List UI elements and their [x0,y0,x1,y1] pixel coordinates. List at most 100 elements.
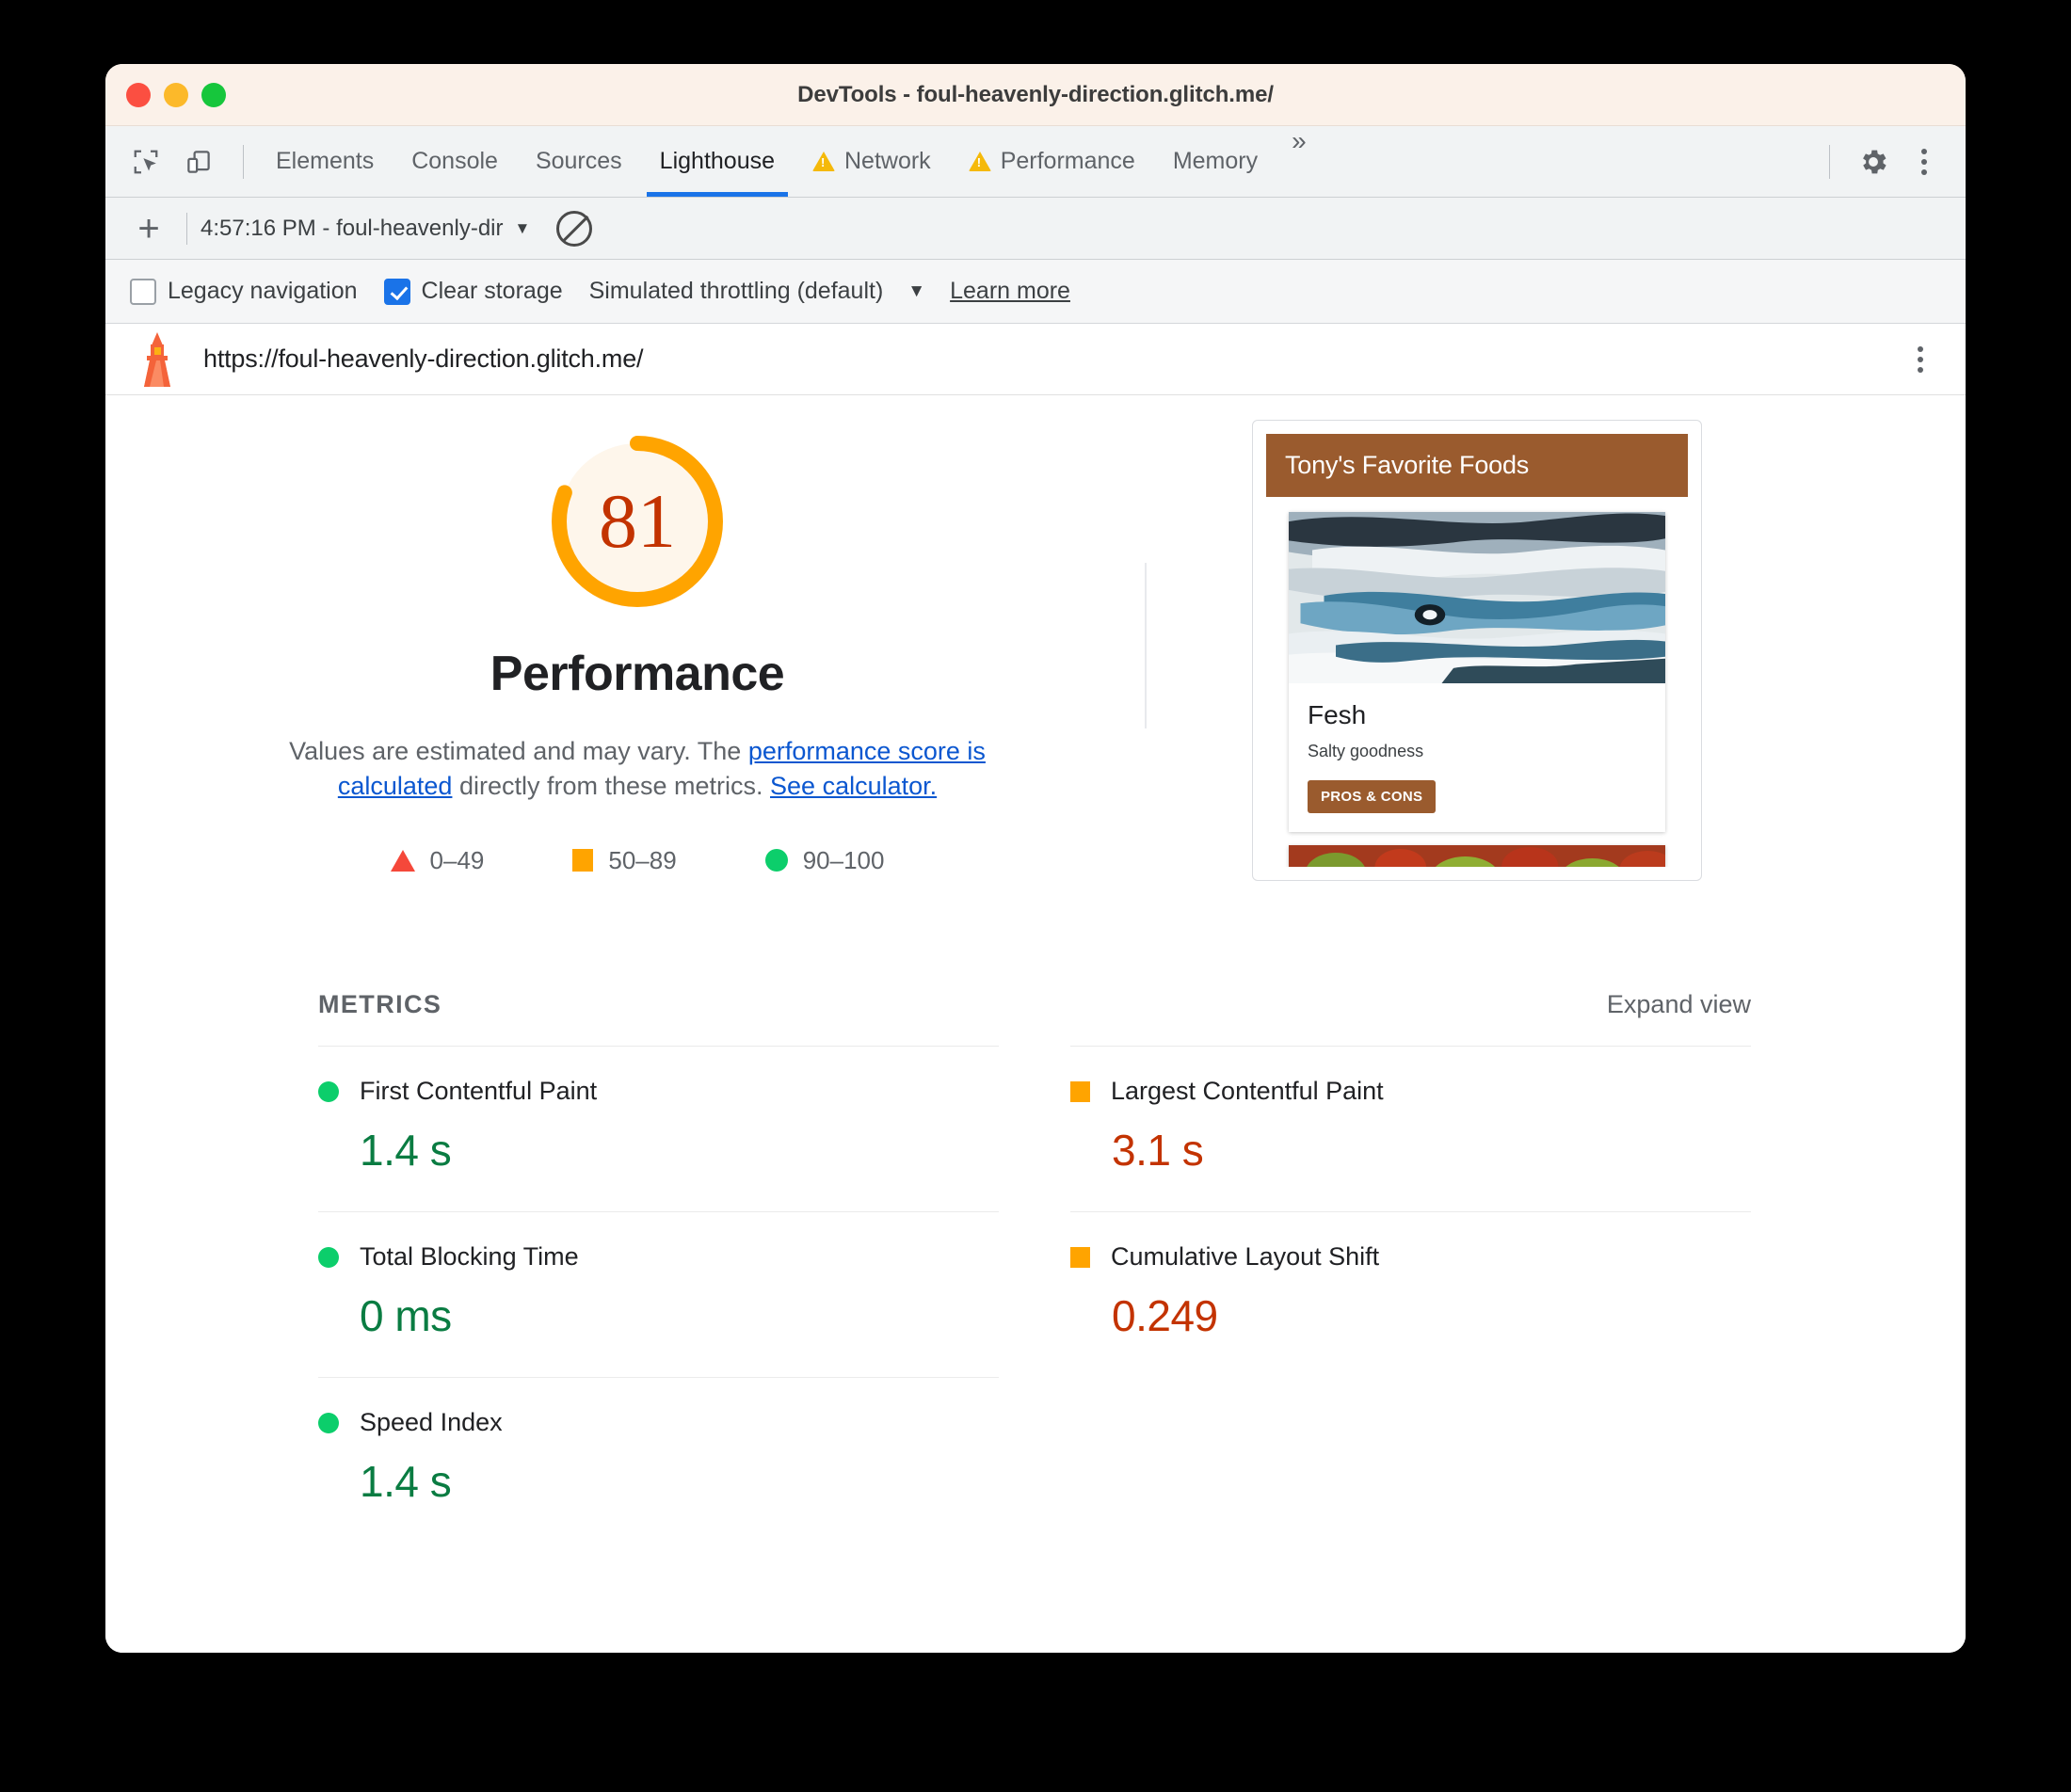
clear-storage-option[interactable]: Clear storage [383,278,563,305]
more-tabs-chevron-icon[interactable]: » [1276,126,1322,197]
category-description: Values are estimated and may vary. The p… [261,734,1014,805]
device-toolbar-icon[interactable] [177,140,220,184]
chevron-down-icon: ▼ [907,280,926,301]
clear-storage-label: Clear storage [421,278,563,304]
legend-range: 50–89 [608,845,677,874]
tab-network[interactable]: Network [794,126,950,197]
lighthouse-icon [132,330,183,389]
warning-triangle-icon [968,152,991,171]
legacy-navigation-checkbox[interactable] [130,278,156,305]
throttling-dropdown[interactable]: Simulated throttling (default) ▼ [589,278,925,305]
metric-value: 1.4 s [360,1126,452,1175]
pass-circle-icon [318,1412,339,1433]
fish-photo [1289,512,1665,683]
tab-lighthouse[interactable]: Lighthouse [641,126,794,197]
warning-triangle-icon [812,152,835,171]
metric-header: Speed Index [318,1408,999,1437]
legend-item-average: 50–89 [572,845,677,875]
devtools-toolbar-icons [105,126,257,197]
metric-name: Cumulative Layout Shift [1111,1242,1380,1271]
gear-icon[interactable] [1849,137,1898,186]
metric-largest-contentful-paint[interactable]: Largest Contentful Paint 3.1 s [1070,1046,1751,1211]
tab-label: Elements [276,148,375,174]
legend-item-pass: 90–100 [764,845,885,875]
expand-view-toggle[interactable]: Expand view [1607,990,1751,1019]
description-text-part1: Values are estimated and may vary. The [289,737,748,765]
report-summary: 81 Performance Values are estimated and … [105,395,1966,881]
window-traffic-lights [105,82,226,107]
tab-label: Performance [1000,148,1135,174]
inspect-element-icon[interactable] [124,140,168,184]
report-selector-dropdown[interactable]: 4:57:16 PM - foul-heavenly-dir ▼ [201,216,530,242]
metric-total-blocking-time[interactable]: Total Blocking Time 0 ms [318,1211,999,1377]
report-url-bar: https://foul-heavenly-direction.glitch.m… [105,324,1966,395]
metric-header: Cumulative Layout Shift [1070,1242,1751,1272]
food-card-title: Fesh [1308,700,1367,729]
metrics-section-label: METRICS [318,990,442,1018]
report-kebab-menu-icon[interactable] [1900,336,1941,383]
final-screenshot-column: Tony's Favorite Foods Fesh Salty goodnes… [1169,420,1966,881]
metric-header: Total Blocking Time [318,1242,999,1272]
tab-label: Memory [1172,148,1259,174]
runbar-divider [186,212,187,245]
description-text-part2: directly from these metrics. [452,772,771,801]
metric-first-contentful-paint[interactable]: First Contentful Paint 1.4 s [318,1046,999,1211]
close-window-button[interactable] [126,82,151,107]
window-title: DevTools - foul-heavenly-direction.glitc… [797,81,1274,107]
average-square-icon [1070,1246,1090,1268]
toolbar-divider [1829,144,1830,179]
pass-circle-icon [764,849,788,872]
food-card-subtitle: Salty goodness [1308,742,1424,760]
pass-circle-icon [318,1246,339,1268]
pass-circle-icon [318,1080,339,1102]
average-square-icon [1070,1080,1090,1102]
vegetables-photo [1289,845,1665,867]
page-screenshot: Tony's Favorite Foods Fesh Salty goodnes… [1266,434,1688,867]
window-title-bar: DevTools - foul-heavenly-direction.glitc… [105,64,1966,126]
panel-tabs: Elements Console Sources Lighthouse Netw… [257,126,1322,197]
minimize-window-button[interactable] [164,82,188,107]
tab-label: Console [411,148,498,174]
food-card-body: Fesh Salty goodness PROS & CONS [1289,683,1665,832]
devtools-window: DevTools - foul-heavenly-direction.glitc… [105,64,1966,1653]
metric-header: Largest Contentful Paint [1070,1077,1751,1106]
kebab-menu-icon[interactable] [1903,137,1945,186]
maximize-window-button[interactable] [201,82,226,107]
metric-cumulative-layout-shift[interactable]: Cumulative Layout Shift 0.249 [1070,1211,1751,1377]
chevron-down-icon: ▼ [514,218,531,237]
tab-elements[interactable]: Elements [257,126,393,197]
see-calculator-link[interactable]: See calculator. [770,772,937,800]
tab-label: Lighthouse [659,148,775,174]
metrics-grid: First Contentful Paint 1.4 s Largest Con… [318,1046,1751,1543]
metric-name: Total Blocking Time [360,1242,579,1271]
tab-memory[interactable]: Memory [1154,126,1276,197]
performance-gauge[interactable]: 81 [543,427,731,616]
metric-name: Largest Contentful Paint [1111,1077,1384,1105]
legend-range: 90–100 [802,845,885,874]
clear-storage-checkbox[interactable] [383,278,410,305]
devtools-tab-bar: Elements Console Sources Lighthouse Netw… [105,126,1966,198]
metric-header: First Contentful Paint [318,1077,999,1106]
tab-sources[interactable]: Sources [517,126,641,197]
pros-and-cons-button[interactable]: PROS & CONS [1308,780,1437,813]
clear-reports-icon[interactable] [556,210,593,247]
legend-range: 0–49 [429,845,485,874]
tab-performance[interactable]: Performance [950,126,1154,197]
metric-speed-index[interactable]: Speed Index 1.4 s [318,1377,999,1543]
page-header-bar: Tony's Favorite Foods [1266,434,1688,497]
legacy-navigation-option[interactable]: Legacy navigation [130,278,358,305]
metric-value: 1.4 s [360,1457,452,1506]
metric-name: Speed Index [360,1408,503,1436]
score-legend: 0–49 50–89 90–100 [390,845,885,875]
learn-more-link[interactable]: Learn more [950,278,1070,305]
new-report-button[interactable]: + [124,210,173,248]
legend-item-fail: 0–49 [390,845,485,875]
tab-label: Network [844,148,931,174]
report-url: https://foul-heavenly-direction.glitch.m… [203,344,644,373]
legacy-navigation-label: Legacy navigation [168,278,358,304]
lighthouse-options-bar: Legacy navigation Clear storage Simulate… [105,260,1966,324]
gauge-score-value: 81 [599,478,676,564]
tab-console[interactable]: Console [393,126,517,197]
metric-value: 0.249 [1112,1291,1218,1340]
average-square-icon [572,849,594,872]
